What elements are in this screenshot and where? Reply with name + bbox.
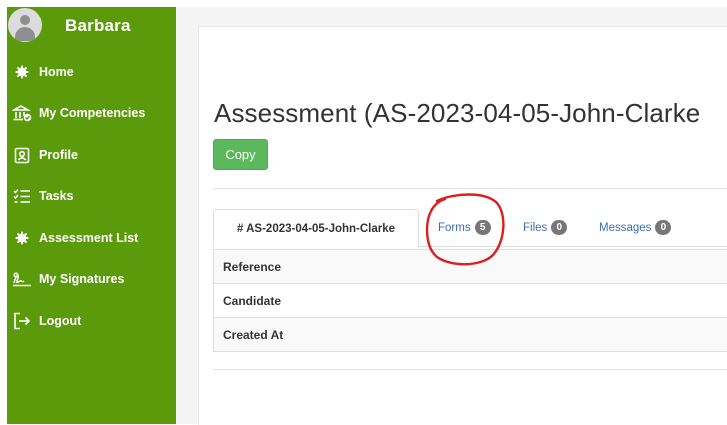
row-label-created-at: Created At [214, 318, 727, 352]
tab-messages[interactable]: Messages 0 [599, 209, 671, 246]
tab-label: Messages [599, 222, 651, 234]
user-header: Barbara [7, 7, 176, 47]
sidebar-item-label: My Signatures [39, 272, 124, 286]
sidebar-item-home[interactable]: Home [7, 57, 176, 87]
signature-icon [12, 269, 32, 289]
sidebar-item-my-competencies[interactable]: My Competencies [7, 98, 176, 128]
user-name: Barbara [65, 16, 131, 36]
sidebar-item-label: Logout [39, 314, 81, 328]
task-list-icon [12, 186, 32, 206]
sidebar: Barbara Home My Competencies Profile Tas… [7, 7, 176, 424]
gear-icon [12, 62, 32, 82]
id-badge-icon [12, 145, 32, 165]
sidebar-item-profile[interactable]: Profile [7, 140, 176, 170]
institution-check-icon [12, 103, 32, 123]
left-background-strip [176, 7, 198, 424]
copy-button[interactable]: Copy [213, 139, 268, 170]
tab-files[interactable]: Files 0 [523, 209, 567, 246]
sidebar-item-assessment-list[interactable]: Assessment List [7, 223, 176, 253]
tab-label: Files [523, 222, 547, 234]
sidebar-item-label: My Competencies [39, 106, 145, 120]
sidebar-item-label: Tasks [39, 189, 74, 203]
logout-icon [12, 311, 32, 331]
row-label-candidate: Candidate [214, 284, 727, 318]
tab-assessment-details[interactable]: # AS-2023-04-05-John-Clarke [213, 209, 419, 248]
divider [213, 369, 727, 370]
divider [213, 188, 727, 189]
table-row: Created At [214, 318, 727, 352]
sidebar-item-my-signatures[interactable]: My Signatures [7, 264, 176, 294]
top-background-strip [176, 7, 727, 26]
sidebar-item-label: Home [39, 65, 74, 79]
files-count-badge: 0 [551, 220, 567, 235]
tab-label: # AS-2023-04-05-John-Clarke [237, 223, 395, 235]
sidebar-item-tasks[interactable]: Tasks [7, 181, 176, 211]
sidebar-item-label: Profile [39, 148, 78, 162]
table-row: Candidate [214, 284, 727, 318]
sidebar-item-logout[interactable]: Logout [7, 306, 176, 336]
page-title: Assessment (AS-2023-04-05-John-Clarke [214, 98, 700, 129]
red-annotation-circle [423, 193, 507, 267]
avatar[interactable] [8, 8, 42, 42]
messages-count-badge: 0 [655, 220, 671, 235]
gear-icon [12, 228, 32, 248]
sidebar-item-label: Assessment List [39, 231, 138, 245]
